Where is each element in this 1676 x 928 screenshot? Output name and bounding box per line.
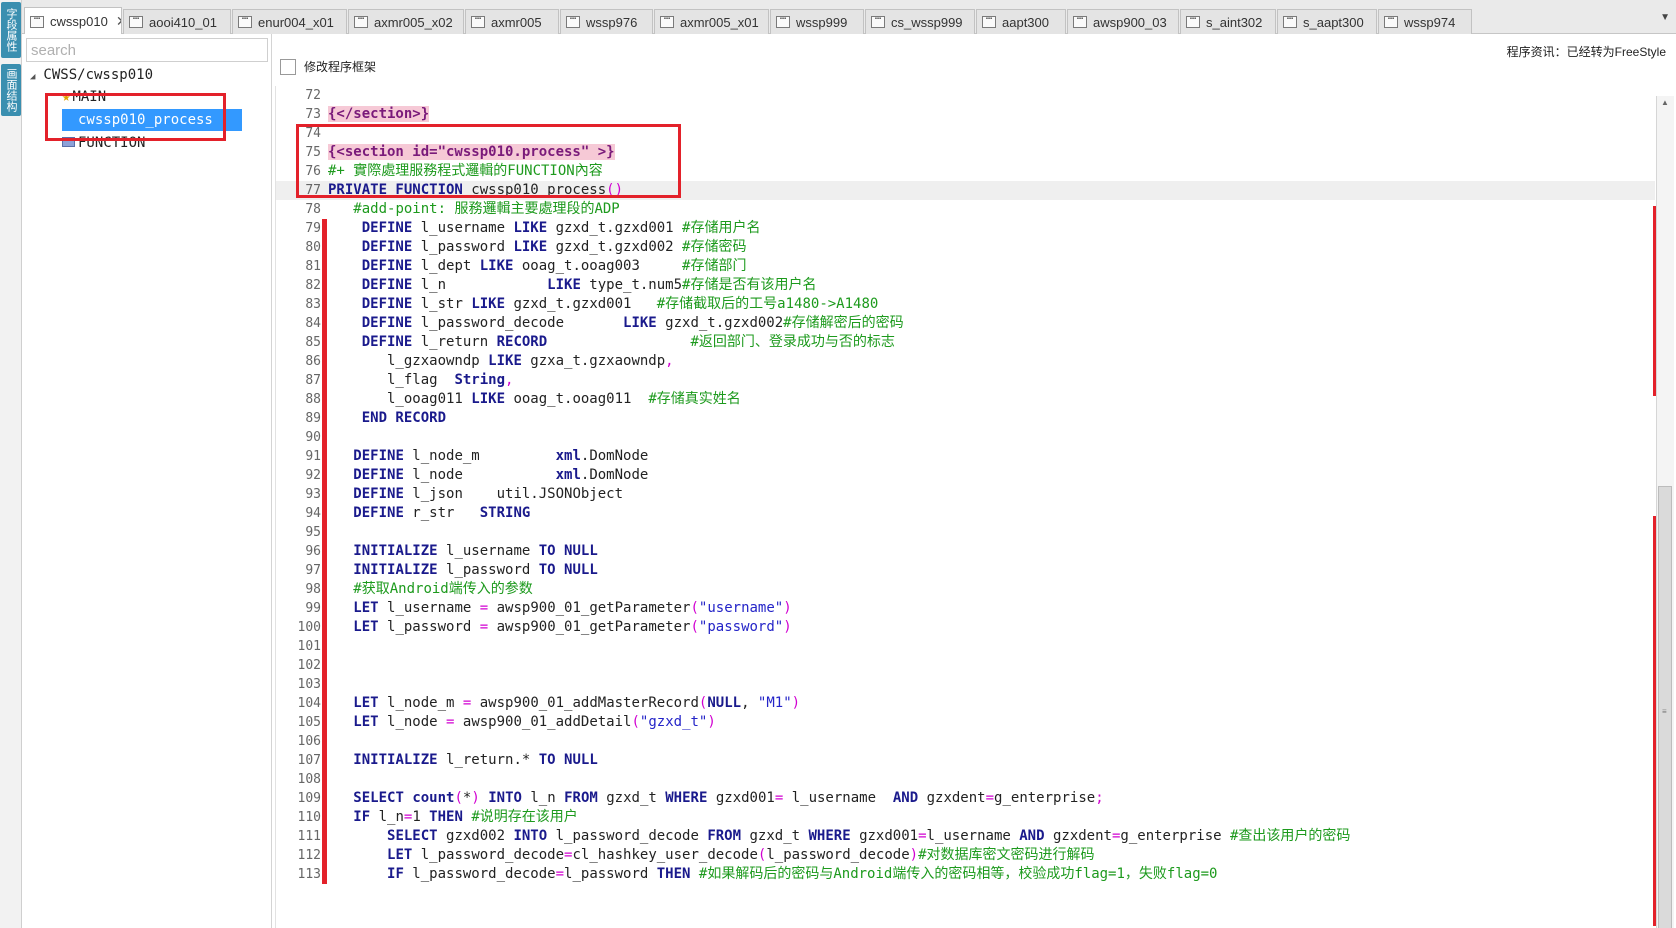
code-line: 82 DEFINE l_n LIKE type_t.num5#存储是否有该用户名: [305, 277, 817, 293]
tab-axmr005[interactable]: ▪▪▪ axmr005: [465, 9, 559, 34]
function-icon: [62, 137, 75, 147]
editor-header: 修改程序框架 程序资讯：已经转为FreeStyle: [272, 34, 1676, 86]
program-icon: ▪▪▪: [982, 16, 996, 28]
modify-frame-checkbox[interactable]: [280, 58, 296, 75]
program-icon: ▪▪▪: [238, 16, 252, 28]
code-line: 74: [305, 126, 321, 141]
tree-item-function[interactable]: FUNCTION: [62, 132, 145, 154]
code-line: 105 LET l_node = awsp900_01_addDetail("g…: [297, 714, 716, 730]
side-tab-field-properties[interactable]: 字段属性: [1, 2, 21, 58]
code-line: 85 DEFINE l_return RECORD #返回部门、登录成功与否的标…: [305, 334, 895, 350]
code-line: 109 SELECT count(*) INTO l_n FROM gzxd_t…: [297, 790, 1104, 806]
program-icon: ▪▪▪: [871, 16, 885, 28]
code-line: 102: [297, 658, 321, 673]
tab-wssp974[interactable]: ▪▪▪ wssp974: [1378, 9, 1472, 34]
code-line: 73 {</section>}: [305, 106, 430, 122]
program-icon: ▪▪▪: [660, 16, 674, 28]
code-line: 111 SELECT gzxd002 INTO l_password_decod…: [297, 828, 1351, 844]
program-tree-panel: ◢CWSS/cwssp010 ★MAIN cwssp010_process FU…: [22, 34, 272, 928]
code-line: 88 l_ooag011 LIKE ooag_t.ooag011 #存储真实姓名: [305, 391, 741, 407]
code-line: 78 #add-point: 服務邏輯主要處理段的ADP: [305, 201, 620, 217]
program-icon: ▪▪▪: [1384, 16, 1398, 28]
code-line: 106: [297, 734, 321, 749]
code-editor[interactable]: 72 73 {</section>} 74 75 {<section id="cws…: [275, 86, 1655, 928]
code-line: 104 LET l_node_m = awsp900_01_addMasterR…: [297, 695, 801, 711]
change-overview-marker: [1653, 206, 1656, 396]
change-overview-marker: [1653, 516, 1656, 926]
program-info-text: 程序资讯：已经转为FreeStyle: [1506, 45, 1666, 59]
program-icon: ▪▪▪: [471, 16, 485, 28]
tab-awsp900-03[interactable]: ▪▪▪ awsp900_03: [1067, 9, 1179, 34]
code-line: 93 DEFINE l_json util.JSONObject: [305, 486, 624, 502]
scroll-thumb[interactable]: ≡: [1658, 486, 1672, 928]
tab-cs-wssp999[interactable]: ▪▪▪ cs_wssp999: [865, 9, 975, 34]
code-line: 83 DEFINE l_str LIKE gzxd_t.gzxd001 #存储截…: [305, 296, 879, 312]
tree-item-process[interactable]: cwssp010_process: [62, 109, 242, 131]
code-line: 112 LET l_password_decode=cl_hashkey_use…: [297, 847, 1095, 863]
code-line: 92 DEFINE l_node xml.DomNode: [305, 467, 649, 483]
tab-axmr005-x01[interactable]: ▪▪▪ axmr005_x01: [654, 9, 769, 34]
side-tab-screen-structure[interactable]: 画面结构: [1, 64, 21, 116]
code-line: 103: [297, 677, 321, 692]
code-line: 79 DEFINE l_username LIKE gzxd_t.gzxd001…: [305, 220, 761, 236]
code-line: 75 {<section id="cwssp010.process" >}: [305, 144, 615, 160]
star-icon: ★: [62, 89, 71, 105]
code-line: 95: [305, 525, 321, 540]
code-line: 89 END RECORD: [305, 410, 447, 426]
program-icon: ▪▪▪: [354, 16, 368, 28]
tree-item-main[interactable]: ★ MAIN: [62, 86, 106, 108]
tab-s-aint302[interactable]: ▪▪▪ s_aint302: [1180, 9, 1276, 34]
side-strip: 字段属性 画面结构: [0, 0, 22, 928]
code-line: 84 DEFINE l_password_decode LIKE gzxd_t.…: [305, 315, 904, 331]
code-line: 81 DEFINE l_dept LIKE ooag_t.ooag003 #存储…: [305, 258, 747, 274]
tab-aapt300[interactable]: ▪▪▪ aapt300: [976, 9, 1066, 34]
code-line: 96 INITIALIZE l_username TO NULL: [305, 543, 598, 559]
tab-bar: ▪▪▪ cwssp010 ✕ ▪▪▪aooi410_01 ▪▪▪enur004_…: [22, 0, 1676, 35]
tab-axmr005-x02[interactable]: ▪▪▪ axmr005_x02: [348, 9, 464, 34]
tab-enur004-x01[interactable]: ▪▪▪ enur004_x01: [232, 9, 347, 34]
code-line: 99 LET l_username = awsp900_01_getParame…: [305, 600, 792, 616]
modify-frame-option[interactable]: 修改程序框架: [280, 58, 376, 75]
change-marker: [322, 219, 327, 884]
code-line: 91 DEFINE l_node_m xml.DomNode: [305, 448, 649, 464]
close-icon[interactable]: ✕: [116, 13, 121, 30]
program-icon: ▪▪▪: [776, 16, 790, 28]
grip-icon: ≡: [1662, 707, 1667, 716]
tab-s-aapt300[interactable]: ▪▪▪ s_aapt300: [1277, 9, 1377, 34]
code-line: 97 INITIALIZE l_password TO NULL: [305, 562, 598, 578]
code-line-current: 77 PRIVATE FUNCTION cwssp010_process(): [276, 181, 1655, 200]
tab-aooi410-01[interactable]: ▪▪▪ aooi410_01: [123, 9, 231, 34]
program-icon: ▪▪▪: [129, 16, 143, 28]
code-line: 100 LET l_password = awsp900_01_getParam…: [297, 619, 792, 635]
vertical-scrollbar[interactable]: ▲ ≡: [1653, 96, 1674, 928]
code-line: 98 #获取Android端传入的参数: [305, 581, 533, 597]
tab-wssp976[interactable]: ▪▪▪ wssp976: [560, 9, 653, 34]
code-line: 76 #+ 實際處理服務程式邏輯的FUNCTION內容: [305, 163, 603, 179]
code-line: 72: [305, 88, 321, 103]
tab-cwssp010[interactable]: ▪▪▪ cwssp010 ✕: [24, 7, 122, 35]
program-icon: ▪▪▪: [1283, 16, 1297, 28]
code-line: 80 DEFINE l_password LIKE gzxd_t.gzxd002…: [305, 239, 747, 255]
program-icon: ▪▪▪: [30, 15, 44, 28]
code-line: 113 IF l_password_decode=l_password THEN…: [297, 866, 1218, 882]
tree-root[interactable]: ◢ CWSS/cwssp010: [30, 64, 153, 86]
search-input[interactable]: [26, 38, 268, 62]
expand-arrow-icon[interactable]: ◢: [30, 72, 35, 82]
code-line: 94 DEFINE r_str STRING: [305, 505, 531, 521]
code-line: 87 l_flag String,: [305, 372, 514, 388]
code-line: 101: [297, 639, 321, 654]
code-line: 108: [297, 772, 321, 787]
program-icon: ▪▪▪: [1186, 16, 1200, 28]
tab-wssp999[interactable]: ▪▪▪ wssp999: [770, 9, 864, 34]
code-line: 110 IF l_n=1 THEN #说明存在该用户: [297, 809, 578, 825]
program-icon: ▪▪▪: [1073, 16, 1087, 28]
code-line: 90: [305, 430, 321, 445]
program-icon: ▪▪▪: [566, 16, 580, 28]
scroll-up-icon[interactable]: ▲: [1661, 98, 1669, 107]
code-line: 107 INITIALIZE l_return.* TO NULL: [297, 752, 598, 768]
code-line: 86 l_gzxaowndp LIKE gzxa_t.gzxaowndp,: [305, 353, 674, 369]
chevron-down-icon[interactable]: ▼: [1660, 12, 1670, 23]
